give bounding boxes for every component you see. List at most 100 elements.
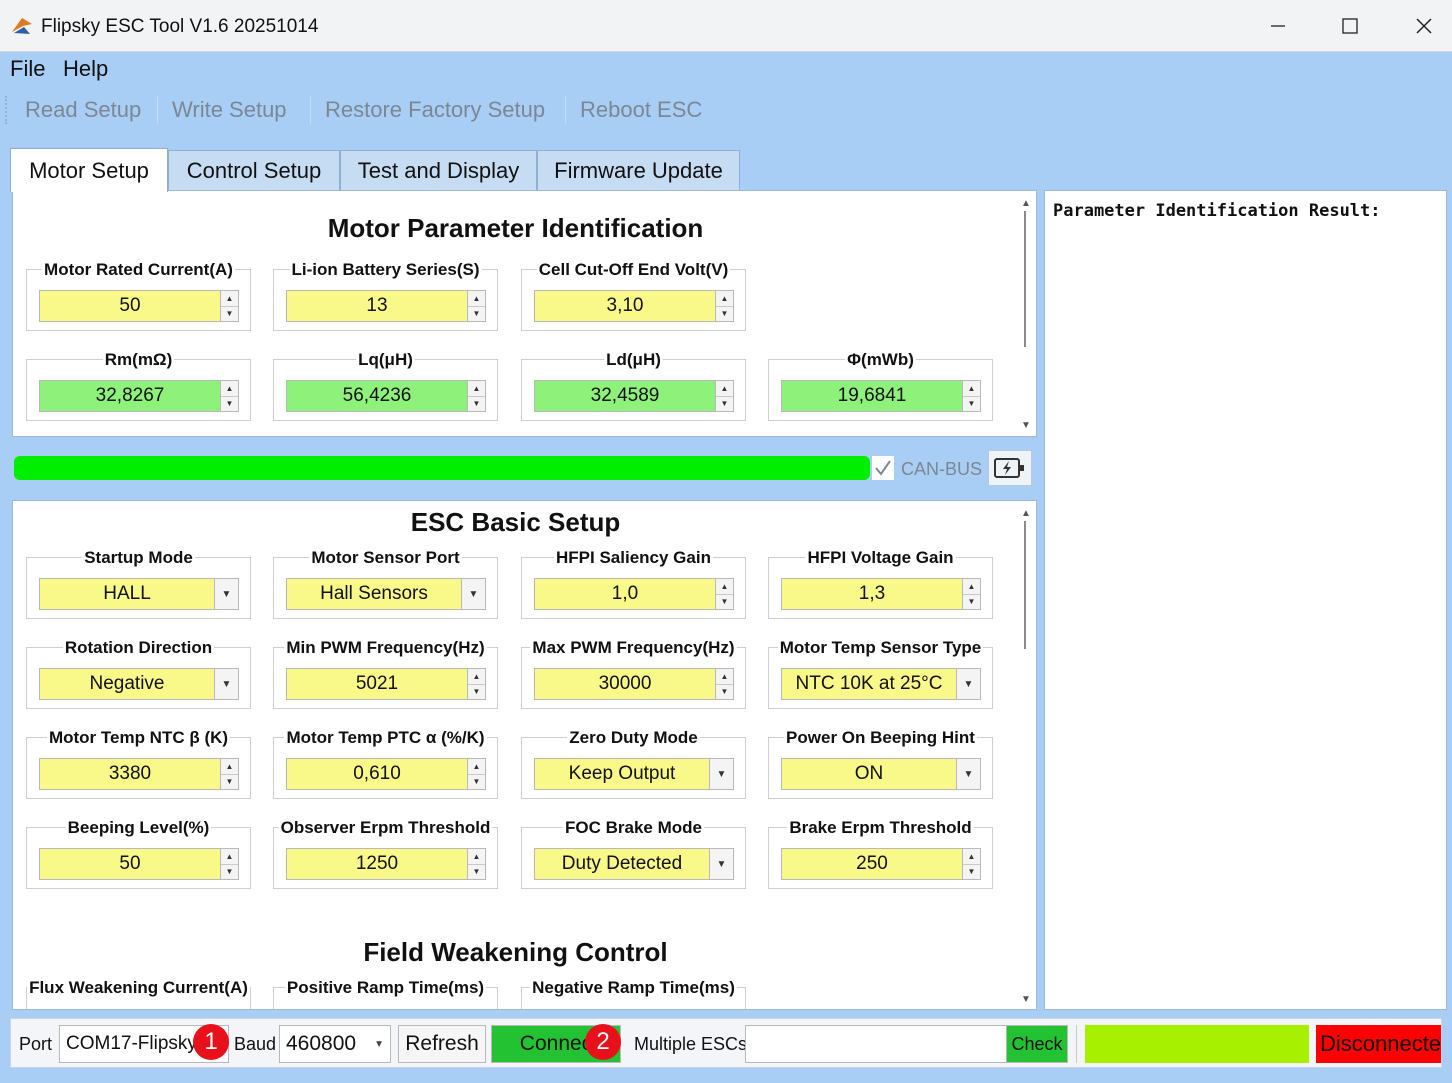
- setting-label: Zero Duty Mode: [522, 728, 745, 748]
- scroll-up-arrow-icon[interactable]: ▲: [1019, 507, 1033, 521]
- spin-up-icon[interactable]: ▲: [221, 759, 238, 775]
- scroll-thumb[interactable]: [1024, 211, 1026, 347]
- chevron-down-icon[interactable]: ▼: [215, 579, 238, 609]
- setting-label-text: Rotation Direction: [62, 638, 215, 657]
- toolbar-separator: [565, 96, 566, 124]
- setting-combobox[interactable]: Hall Sensors ▼: [286, 578, 486, 610]
- spin-down-icon[interactable]: ▼: [716, 595, 733, 610]
- result-title: Parameter Identification Result:: [1053, 201, 1381, 221]
- refresh-button[interactable]: Refresh: [398, 1025, 486, 1063]
- spin-down-icon[interactable]: ▼: [221, 397, 238, 412]
- spin-up-icon[interactable]: ▲: [468, 759, 485, 775]
- menu-help[interactable]: Help: [63, 56, 108, 82]
- spin-down-icon[interactable]: ▼: [468, 685, 485, 700]
- tab-control-setup[interactable]: Control Setup: [168, 150, 340, 190]
- battery-button[interactable]: [988, 450, 1032, 486]
- setting-combobox[interactable]: Keep Output ▼: [534, 758, 734, 790]
- chevron-down-icon[interactable]: ▼: [215, 669, 238, 699]
- setting-combobox[interactable]: NTC 10K at 25°C ▼: [781, 668, 981, 700]
- spin-buttons: ▲ ▼: [467, 669, 485, 699]
- spin-up-icon[interactable]: ▲: [963, 381, 980, 397]
- setting-spinbox[interactable]: 5021 ▲ ▼: [286, 668, 486, 700]
- chevron-down-icon[interactable]: ▼: [462, 579, 485, 609]
- motor-panel-scrollbar[interactable]: ▲ ▼: [1016, 191, 1036, 436]
- setting-spinbox[interactable]: 56,4236 ▲ ▼: [286, 380, 486, 412]
- reboot-esc-button[interactable]: Reboot ESC: [580, 97, 702, 123]
- setting-value: Duty Detected: [561, 853, 683, 874]
- setting-combobox[interactable]: HALL ▼: [39, 578, 239, 610]
- spin-down-icon[interactable]: ▼: [221, 307, 238, 322]
- write-setup-button[interactable]: Write Setup: [172, 97, 287, 123]
- chevron-down-icon[interactable]: ▼: [957, 669, 980, 699]
- spin-down-icon[interactable]: ▼: [963, 865, 980, 880]
- spin-up-icon[interactable]: ▲: [716, 669, 733, 685]
- setting-spinbox[interactable]: 50 ▲ ▼: [39, 848, 239, 880]
- restore-factory-setup-button[interactable]: Restore Factory Setup: [325, 97, 545, 123]
- scroll-thumb[interactable]: [1024, 521, 1026, 649]
- spin-buttons: ▲ ▼: [467, 849, 485, 879]
- setting-combobox[interactable]: ON ▼: [781, 758, 981, 790]
- spin-up-icon[interactable]: ▲: [468, 669, 485, 685]
- spin-down-icon[interactable]: ▼: [716, 685, 733, 700]
- setting-spinbox[interactable]: 32,4589 ▲ ▼: [534, 380, 734, 412]
- spin-down-icon[interactable]: ▼: [468, 397, 485, 412]
- spin-up-icon[interactable]: ▲: [963, 849, 980, 865]
- tab-test-and-display[interactable]: Test and Display: [340, 150, 537, 190]
- spin-up-icon[interactable]: ▲: [468, 381, 485, 397]
- check-button[interactable]: Check: [1006, 1025, 1068, 1063]
- spin-down-icon[interactable]: ▼: [963, 397, 980, 412]
- chevron-down-icon[interactable]: ▼: [710, 849, 733, 879]
- scroll-down-arrow-icon[interactable]: ▼: [1019, 419, 1033, 433]
- setting-spinbox[interactable]: 50 ▲ ▼: [39, 290, 239, 322]
- spin-down-icon[interactable]: ▼: [221, 775, 238, 790]
- spin-up-icon[interactable]: ▲: [468, 291, 485, 307]
- dropdown-button: ▼: [709, 849, 733, 879]
- spin-down-icon[interactable]: ▼: [716, 307, 733, 322]
- spin-up-icon[interactable]: ▲: [221, 291, 238, 307]
- spin-down-icon[interactable]: ▼: [963, 595, 980, 610]
- spin-up-icon[interactable]: ▲: [716, 291, 733, 307]
- can-bus-checkbox[interactable]: [872, 456, 894, 480]
- setting-spinbox[interactable]: 1,0 ▲ ▼: [534, 578, 734, 610]
- setting-spinbox[interactable]: 1250 ▲ ▼: [286, 848, 486, 880]
- close-button[interactable]: [1401, 6, 1447, 46]
- setting-spinbox[interactable]: 3,10 ▲ ▼: [534, 290, 734, 322]
- spin-down-icon[interactable]: ▼: [468, 775, 485, 790]
- maximize-button[interactable]: [1327, 6, 1373, 46]
- setting-spinbox[interactable]: 3380 ▲ ▼: [39, 758, 239, 790]
- setting-spinbox[interactable]: 0,610 ▲ ▼: [286, 758, 486, 790]
- esc-panel-scrollbar[interactable]: ▲ ▼: [1016, 501, 1036, 1009]
- chevron-down-icon[interactable]: ▼: [957, 759, 980, 789]
- spin-down-icon[interactable]: ▼: [468, 307, 485, 322]
- baud-select[interactable]: 460800 ▼: [279, 1025, 391, 1063]
- multiple-escs-input[interactable]: [745, 1025, 1007, 1063]
- read-setup-button[interactable]: Read Setup: [25, 97, 141, 123]
- minimize-button[interactable]: [1255, 6, 1301, 46]
- spin-up-icon[interactable]: ▲: [221, 381, 238, 397]
- tab-motor-setup[interactable]: Motor Setup: [10, 148, 168, 192]
- check-label: Check: [1011, 1033, 1063, 1054]
- spin-up-icon[interactable]: ▲: [963, 579, 980, 595]
- setting-combobox[interactable]: Duty Detected ▼: [534, 848, 734, 880]
- spin-up-icon[interactable]: ▲: [468, 849, 485, 865]
- spin-up-icon[interactable]: ▲: [716, 579, 733, 595]
- chevron-down-icon[interactable]: ▼: [710, 759, 733, 789]
- tab-firmware-update[interactable]: Firmware Update: [537, 150, 740, 190]
- setting-spinbox[interactable]: 13 ▲ ▼: [286, 290, 486, 322]
- setting-field: Lq(μH) 56,4236 ▲ ▼: [273, 350, 498, 421]
- spin-down-icon[interactable]: ▼: [716, 397, 733, 412]
- setting-spinbox[interactable]: 30000 ▲ ▼: [534, 668, 734, 700]
- menu-file[interactable]: File: [10, 56, 45, 82]
- setting-spinbox[interactable]: 1,3 ▲ ▼: [781, 578, 981, 610]
- spin-up-icon[interactable]: ▲: [221, 849, 238, 865]
- section-title-esc-basic: ESC Basic Setup: [410, 507, 621, 537]
- scroll-down-arrow-icon[interactable]: ▼: [1019, 993, 1033, 1007]
- setting-spinbox[interactable]: 250 ▲ ▼: [781, 848, 981, 880]
- setting-spinbox[interactable]: 32,8267 ▲ ▼: [39, 380, 239, 412]
- spin-up-icon[interactable]: ▲: [716, 381, 733, 397]
- setting-combobox[interactable]: Negative ▼: [39, 668, 239, 700]
- scroll-up-arrow-icon[interactable]: ▲: [1019, 197, 1033, 211]
- setting-spinbox[interactable]: 19,6841 ▲ ▼: [781, 380, 981, 412]
- spin-down-icon[interactable]: ▼: [221, 865, 238, 880]
- spin-down-icon[interactable]: ▼: [468, 865, 485, 880]
